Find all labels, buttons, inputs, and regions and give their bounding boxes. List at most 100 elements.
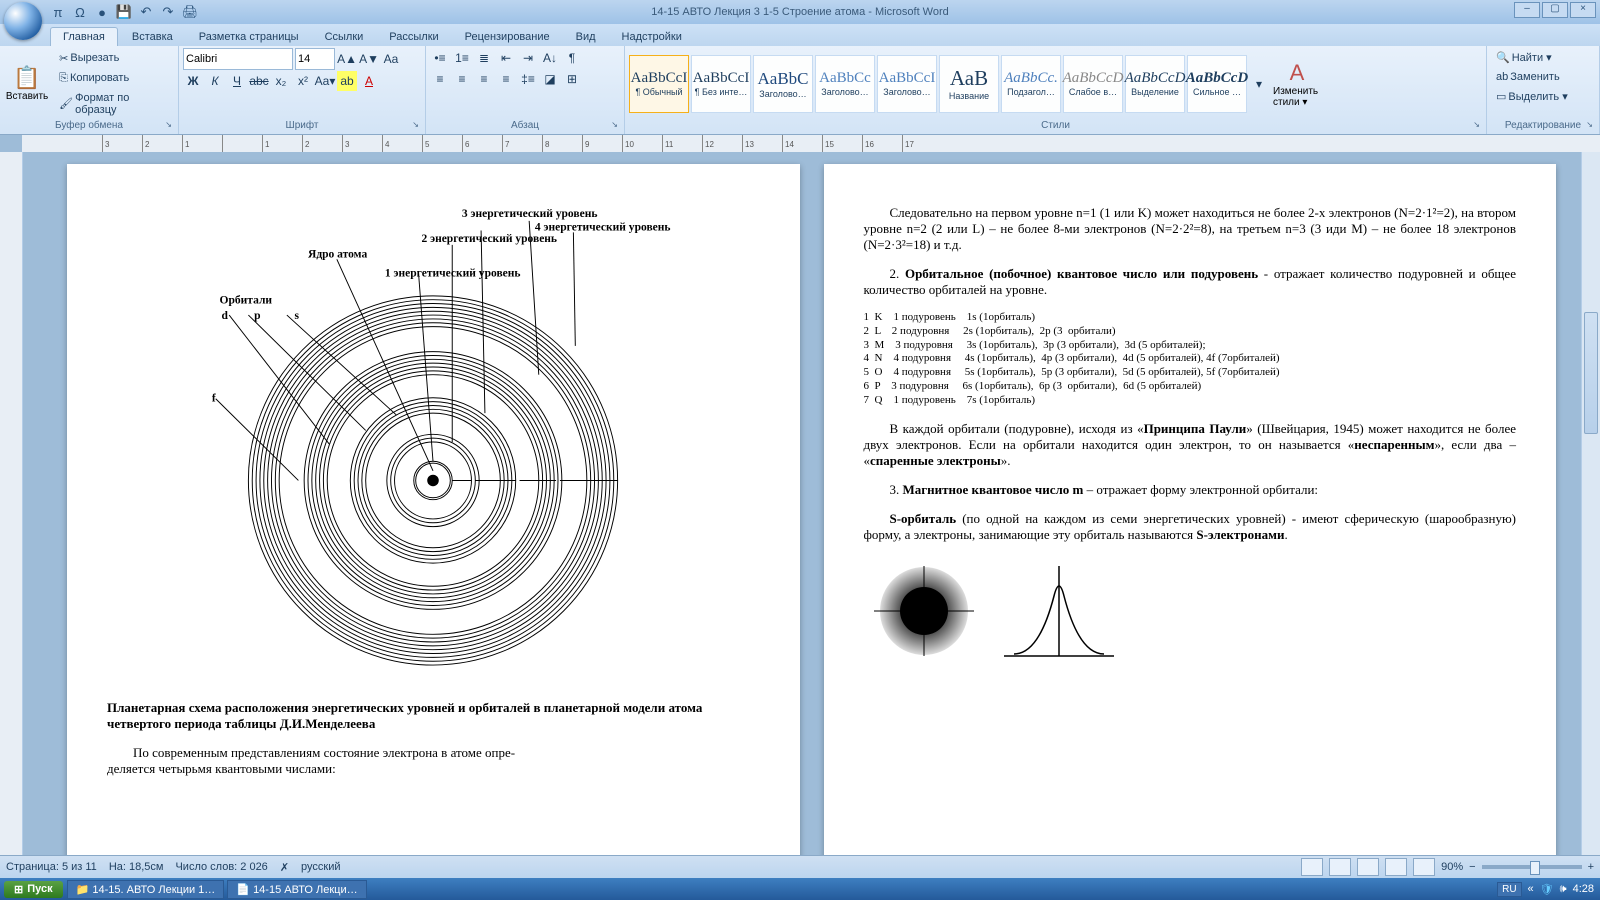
zoom-slider[interactable] [1482, 865, 1582, 869]
numbering-icon[interactable]: 1≡ [452, 48, 472, 68]
style-title[interactable]: АаВНазвание [939, 55, 999, 113]
style-heading1[interactable]: AaBbCЗаголово… [753, 55, 813, 113]
qat-undo-icon[interactable]: ↶ [138, 4, 154, 20]
bullets-icon[interactable]: •≡ [430, 48, 450, 68]
copy-button[interactable]: ⎘Копировать [54, 69, 174, 88]
body-text-2: деляется четырьмя квантовыми числами: [107, 761, 760, 777]
qat-print-icon[interactable]: 🖨 [182, 4, 198, 20]
change-styles-button[interactable]: AИзменить стили ▾ [1273, 51, 1321, 117]
tab-home[interactable]: Главная [50, 27, 118, 46]
start-button[interactable]: ⊞Пуск [4, 881, 63, 898]
zoom-out-icon[interactable]: − [1469, 861, 1475, 873]
strike-icon[interactable]: abc [249, 71, 269, 91]
zoom-level[interactable]: 90% [1441, 861, 1463, 873]
highlight-icon[interactable]: ab [337, 71, 357, 91]
select-button[interactable]: ▭Выделить ▾ [1491, 87, 1573, 106]
tab-review[interactable]: Рецензирование [453, 28, 562, 46]
view-outline-icon[interactable] [1385, 858, 1407, 876]
tab-page-layout[interactable]: Разметка страницы [187, 28, 311, 46]
clear-format-icon[interactable]: Aa [381, 49, 401, 69]
tray-volume-icon[interactable]: 🕪 [1560, 883, 1567, 896]
paste-button[interactable]: 📋Вставить [4, 51, 50, 117]
tray-language[interactable]: RU [1497, 882, 1521, 897]
change-case-icon[interactable]: Aa▾ [315, 71, 335, 91]
style-subtitle[interactable]: AaBbCc.Подзагол… [1001, 55, 1061, 113]
align-center-icon[interactable]: ≡ [452, 69, 472, 89]
qat-omega-icon[interactable]: Ω [72, 4, 88, 20]
multilevel-icon[interactable]: ≣ [474, 48, 494, 68]
style-emphasis[interactable]: AaBbCcDВыделение [1125, 55, 1185, 113]
qat-save-icon[interactable]: 💾 [116, 4, 132, 20]
status-position[interactable]: На: 18,5см [109, 861, 164, 873]
replace-button[interactable]: abЗаменить [1491, 68, 1565, 86]
close-button[interactable]: × [1570, 2, 1596, 18]
style-heading2[interactable]: AaBbCcЗаголово… [815, 55, 875, 113]
svg-text:p: p [254, 310, 260, 322]
shrink-font-icon[interactable]: A▼ [359, 49, 379, 69]
line-spacing-icon[interactable]: ‡≡ [518, 69, 538, 89]
minimize-button[interactable]: – [1514, 2, 1540, 18]
scrollbar-vertical[interactable] [1581, 152, 1600, 856]
show-marks-icon[interactable]: ¶ [562, 48, 582, 68]
status-proofing-icon[interactable]: ✗ [280, 861, 289, 874]
style-normal[interactable]: AaBbCcI¶ Обычный [629, 55, 689, 113]
shading-icon[interactable]: ◪ [540, 69, 560, 89]
document-canvas[interactable]: Ядро атома 1 энергетический уровень 2 эн… [23, 152, 1600, 856]
heading-2: 2. Орбитальное (побочное) квантовое числ… [864, 266, 1517, 298]
qat-new-icon[interactable]: ● [94, 4, 110, 20]
ruler-vertical[interactable] [0, 152, 23, 856]
align-right-icon[interactable]: ≡ [474, 69, 494, 89]
style-no-spacing[interactable]: AaBbCcI¶ Без инте… [691, 55, 751, 113]
format-painter-button[interactable]: 🖌Формат по образцу [54, 89, 174, 119]
restore-button[interactable]: ▢ [1542, 2, 1568, 18]
qat-redo-icon[interactable]: ↷ [160, 4, 176, 20]
view-print-layout-icon[interactable] [1301, 858, 1323, 876]
font-size-input[interactable] [295, 48, 335, 70]
office-button[interactable] [4, 2, 42, 40]
style-strong[interactable]: AaBbCcDСильное … [1187, 55, 1247, 113]
style-heading3[interactable]: AaBbCcIЗаголово… [877, 55, 937, 113]
indent-inc-icon[interactable]: ⇥ [518, 48, 538, 68]
borders-icon[interactable]: ⊞ [562, 69, 582, 89]
para-4: S-орбиталь (по одной на каждом из семи э… [864, 511, 1517, 543]
style-subtle-emph[interactable]: AaBbCcDСлабое в… [1063, 55, 1123, 113]
tray-shield-icon[interactable]: 🛡 [1540, 883, 1554, 896]
status-page[interactable]: Страница: 5 из 11 [6, 861, 97, 873]
tray-expand-icon[interactable]: « [1528, 883, 1534, 895]
tab-insert[interactable]: Вставка [120, 28, 185, 46]
view-full-screen-icon[interactable] [1329, 858, 1351, 876]
indent-dec-icon[interactable]: ⇤ [496, 48, 516, 68]
justify-icon[interactable]: ≡ [496, 69, 516, 89]
align-left-icon[interactable]: ≡ [430, 69, 450, 89]
windows-logo-icon: ⊞ [14, 883, 23, 896]
underline-icon[interactable]: Ч [227, 71, 247, 91]
sort-icon[interactable]: A↓ [540, 48, 560, 68]
taskbar-item-word[interactable]: 📄 14-15 АВТО Лекци… [227, 880, 366, 899]
tab-references[interactable]: Ссылки [313, 28, 376, 46]
qat-pi-icon[interactable]: π [50, 4, 66, 20]
styles-more-icon[interactable]: ▾ [1249, 74, 1269, 94]
brush-icon: 🖌 [59, 97, 73, 110]
find-button[interactable]: 🔍Найти ▾ [1491, 48, 1557, 67]
cut-button[interactable]: ✂Вырезать [54, 49, 174, 68]
view-web-layout-icon[interactable] [1357, 858, 1379, 876]
font-color-icon[interactable]: A [359, 71, 379, 91]
subscript-icon[interactable]: x₂ [271, 71, 291, 91]
taskbar-item-folder[interactable]: 📁 14-15. АВТО Лекции 1… [67, 880, 225, 899]
font-name-input[interactable] [183, 48, 293, 70]
bold-icon[interactable]: Ж [183, 71, 203, 91]
change-styles-icon: A [1290, 60, 1305, 86]
styles-gallery[interactable]: AaBbCcI¶ Обычный AaBbCcI¶ Без инте… AaBb… [629, 55, 1269, 113]
italic-icon[interactable]: К [205, 71, 225, 91]
tab-view[interactable]: Вид [564, 28, 608, 46]
scrollbar-thumb[interactable] [1584, 312, 1598, 434]
status-word-count[interactable]: Число слов: 2 026 [175, 861, 267, 873]
superscript-icon[interactable]: x² [293, 71, 313, 91]
tray-clock[interactable]: 4:28 [1573, 883, 1594, 895]
view-draft-icon[interactable] [1413, 858, 1435, 876]
status-language[interactable]: русский [301, 861, 340, 873]
tab-addins[interactable]: Надстройки [610, 28, 694, 46]
zoom-in-icon[interactable]: + [1588, 861, 1594, 873]
tab-mailings[interactable]: Рассылки [377, 28, 450, 46]
grow-font-icon[interactable]: A▲ [337, 49, 357, 69]
